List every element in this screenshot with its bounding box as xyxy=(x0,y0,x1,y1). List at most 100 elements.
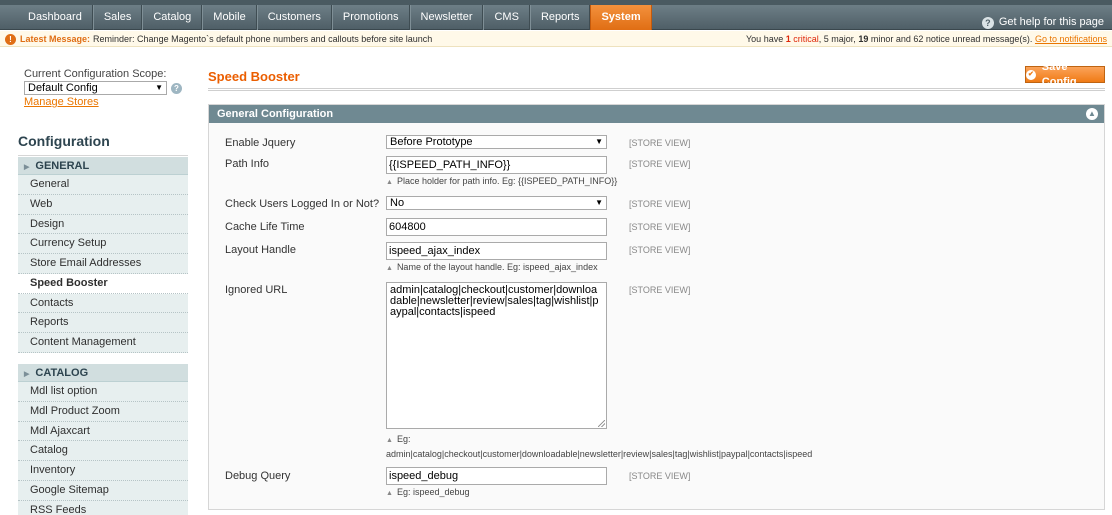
check-users-select[interactable]: No ▼ xyxy=(386,196,607,210)
scope-tag: [STORE VIEW] xyxy=(629,199,691,209)
general-group-label: GENERAL xyxy=(35,160,90,172)
critical-count: 1 xyxy=(785,34,791,44)
cache-life-time-input[interactable]: 604800 xyxy=(386,218,607,236)
layout-handle-input[interactable]: ispeed_ajax_index xyxy=(386,242,607,260)
scope-tag: [STORE VIEW] xyxy=(629,222,691,232)
path-info-note: ▲ Place holder for path info. Eg: {{ISPEE… xyxy=(386,176,617,186)
question-icon: ? xyxy=(981,16,994,29)
catalog-group-head[interactable]: ▶ CATALOG xyxy=(18,364,188,382)
save-config-button[interactable]: ✔ Save Config xyxy=(1025,61,1105,88)
nav-item-sales[interactable]: Sales xyxy=(92,5,143,30)
nav-item-customers[interactable]: Customers xyxy=(256,5,332,30)
sidebar-item-mdl-ajaxcart[interactable]: Mdl Ajaxcart xyxy=(18,421,188,442)
sidebar-item-speed-booster[interactable]: Speed Booster xyxy=(18,273,188,294)
general-items: General Web Design Currency Setup Store Emai… xyxy=(18,175,188,353)
debug-query-label: Debug Query xyxy=(225,470,291,482)
manage-stores-link[interactable]: Manage Stores xyxy=(18,96,188,108)
main-nav: Dashboard Sales Catalog Mobile Customers Prom… xyxy=(0,5,1112,30)
nav-item-catalog[interactable]: Catalog xyxy=(142,5,203,30)
summary-rest: minor and 62 notice unread message(s). xyxy=(870,34,1033,44)
triangle-right-icon: ▶ xyxy=(24,371,30,378)
general-group-head[interactable]: ▶ GENERAL xyxy=(18,157,188,175)
sidebar-item-mdl-list-option[interactable]: Mdl list option xyxy=(18,382,188,402)
sidebar-item-rss-feeds[interactable]: RSS Feeds xyxy=(18,500,188,515)
section-header[interactable]: General Configuration ▲ xyxy=(209,105,1104,123)
sidebar-item-web[interactable]: Web xyxy=(18,194,188,215)
resize-handle-icon[interactable] xyxy=(598,420,605,427)
save-config-label: Save Config xyxy=(1041,60,1077,88)
catalog-group: ▶ CATALOG Mdl list option Mdl Product Zoom… xyxy=(18,364,188,515)
scope-select-value: Default Config xyxy=(28,82,98,94)
scope-select[interactable]: Default Config ▼ xyxy=(24,81,167,95)
layout-handle-label: Layout Handle xyxy=(225,244,296,256)
sidebar-item-contacts[interactable]: Contacts xyxy=(18,293,188,314)
chevron-down-icon: ▼ xyxy=(595,198,603,207)
triangle-up-icon: ▲ xyxy=(386,437,393,444)
chevron-down-icon: ▼ xyxy=(155,83,163,92)
configuration-title: Configuration xyxy=(18,126,188,156)
nav-item-mobile[interactable]: Mobile xyxy=(202,5,257,30)
triangle-up-icon: ▲ xyxy=(386,265,393,272)
notification-summary: You have 1 critical, 5 major, 19 minor a… xyxy=(746,31,1107,47)
scope-tag: [STORE VIEW] xyxy=(629,471,691,481)
path-info-note-text: Place holder for path info. Eg: {{ISPEED… xyxy=(396,176,618,186)
ignored-url-textarea[interactable]: admin|catalog|checkout|customer|download… xyxy=(386,282,607,429)
triangle-up-icon: ▲ xyxy=(386,179,393,186)
go-to-notifications-link[interactable]: Go to notifications xyxy=(1035,34,1107,44)
debug-query-input[interactable]: ispeed_debug xyxy=(386,467,607,485)
ignored-url-value: admin|catalog|checkout|customer|download… xyxy=(390,284,599,318)
minor-count: 19 xyxy=(858,34,869,44)
check-icon: ✔ xyxy=(1026,69,1036,80)
sidebar-item-store-email-addresses[interactable]: Store Email Addresses xyxy=(18,254,188,274)
nav-items: Dashboard Sales Catalog Mobile Customers Prom… xyxy=(18,5,652,30)
collapse-icon[interactable]: ▲ xyxy=(1086,108,1098,120)
triangle-right-icon: ▶ xyxy=(24,164,30,171)
sidebar-item-design[interactable]: Design xyxy=(18,214,188,235)
enable-jquery-label: Enable Jquery xyxy=(225,137,296,149)
catalog-group-label: CATALOG xyxy=(35,367,89,379)
sidebar-item-inventory[interactable]: Inventory xyxy=(18,461,188,481)
sidebar-item-reports[interactable]: Reports xyxy=(18,313,188,333)
debug-query-note: ▲ Eg: ispeed_debug xyxy=(386,487,470,497)
scope-tag: [STORE VIEW] xyxy=(629,285,691,295)
sidebar-item-content-management[interactable]: Content Management xyxy=(18,333,188,353)
catalog-items: Mdl list option Mdl Product Zoom Mdl Ajaxc… xyxy=(18,382,188,515)
scope-tag: [STORE VIEW] xyxy=(629,138,691,148)
nav-item-promotions[interactable]: Promotions xyxy=(331,5,410,30)
nav-item-cms[interactable]: CMS xyxy=(483,5,530,30)
general-group: ▶ GENERAL General Web Design Currency Setup S… xyxy=(18,157,188,353)
latest-message-label: Latest Message: xyxy=(20,34,91,44)
triangle-up-icon: ▲ xyxy=(386,490,393,497)
check-users-label: Check Users Logged In or Not? xyxy=(225,198,380,210)
ignored-url-note: admin|catalog|checkout|customer|download… xyxy=(386,449,813,459)
ignored-url-label: Ignored URL xyxy=(225,284,288,296)
layout-handle-note: ▲ Name of the layout handle. Eg: ispeed_a… xyxy=(386,262,598,272)
help-icon[interactable]: ? xyxy=(171,82,182,94)
cache-life-time-label: Cache Life Time xyxy=(225,221,305,233)
nav-item-newsletter[interactable]: Newsletter xyxy=(409,5,484,30)
layout-handle-note-text: Name of the layout handle. Eg: ispeed_aj… xyxy=(396,262,598,272)
debug-query-note-text: Eg: ispeed_debug xyxy=(396,487,470,497)
check-users-value: No xyxy=(390,197,405,209)
scope-tag: [STORE VIEW] xyxy=(629,245,691,255)
scope-tag: [STORE VIEW] xyxy=(629,159,691,169)
critical-label: critical xyxy=(793,34,819,44)
path-info-label: Path Info xyxy=(225,158,270,170)
page-title: Speed Booster xyxy=(208,69,300,84)
enable-jquery-select[interactable]: Before Prototype ▼ xyxy=(386,135,607,149)
path-info-input[interactable]: {{ISPEED_PATH_INFO}} xyxy=(386,156,607,174)
sidebar-item-catalog[interactable]: Catalog xyxy=(18,441,188,461)
nav-item-system[interactable]: System xyxy=(590,5,652,30)
nav-item-reports[interactable]: Reports xyxy=(529,5,591,30)
ignored-url-note-eg-text: Eg: xyxy=(396,434,411,444)
nav-item-dashboard[interactable]: Dashboard xyxy=(18,5,93,30)
latest-message-text: Reminder: Change Magento`s default phone… xyxy=(93,34,433,44)
enable-jquery-value: Before Prototype xyxy=(390,136,473,148)
chevron-down-icon: ▼ xyxy=(595,137,603,146)
sidebar-item-mdl-product-zoom[interactable]: Mdl Product Zoom xyxy=(18,401,188,422)
major-count: , 5 major, xyxy=(818,34,856,44)
sidebar-item-currency-setup[interactable]: Currency Setup xyxy=(18,234,188,254)
sidebar-item-google-sitemap[interactable]: Google Sitemap xyxy=(18,480,188,501)
ignored-url-note-eg: ▲ Eg: xyxy=(386,434,410,444)
sidebar-item-general[interactable]: General xyxy=(18,175,188,195)
